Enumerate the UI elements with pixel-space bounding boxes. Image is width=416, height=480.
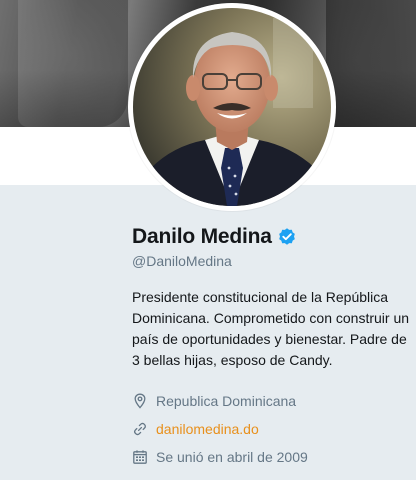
calendar-icon [133, 450, 147, 464]
location-row: Republica Dominicana [132, 387, 412, 415]
website-row: danilomedina.do [132, 415, 412, 443]
verified-badge-icon[interactable] [277, 227, 297, 247]
joined-row: Se unió en abril de 2009 [132, 443, 412, 471]
link-icon [134, 422, 146, 436]
avatar-photo [133, 8, 331, 206]
avatar[interactable] [128, 3, 336, 211]
profile-card: Danilo Medina @DaniloMedina Presidente c… [132, 222, 412, 471]
profile-meta: Republica Dominicana danilomedina.do Se … [132, 387, 412, 471]
joined-text: Se unió en abril de 2009 [156, 449, 308, 465]
name-row: Danilo Medina [132, 222, 412, 252]
profile-bio: Presidente constitucional de la Repúblic… [132, 289, 410, 368]
website-link[interactable]: danilomedina.do [156, 421, 259, 437]
location-text: Republica Dominicana [156, 393, 297, 409]
map-pin-icon [134, 393, 146, 409]
profile-handle[interactable]: @DaniloMedina [132, 253, 412, 273]
profile-name[interactable]: Danilo Medina [132, 225, 272, 249]
